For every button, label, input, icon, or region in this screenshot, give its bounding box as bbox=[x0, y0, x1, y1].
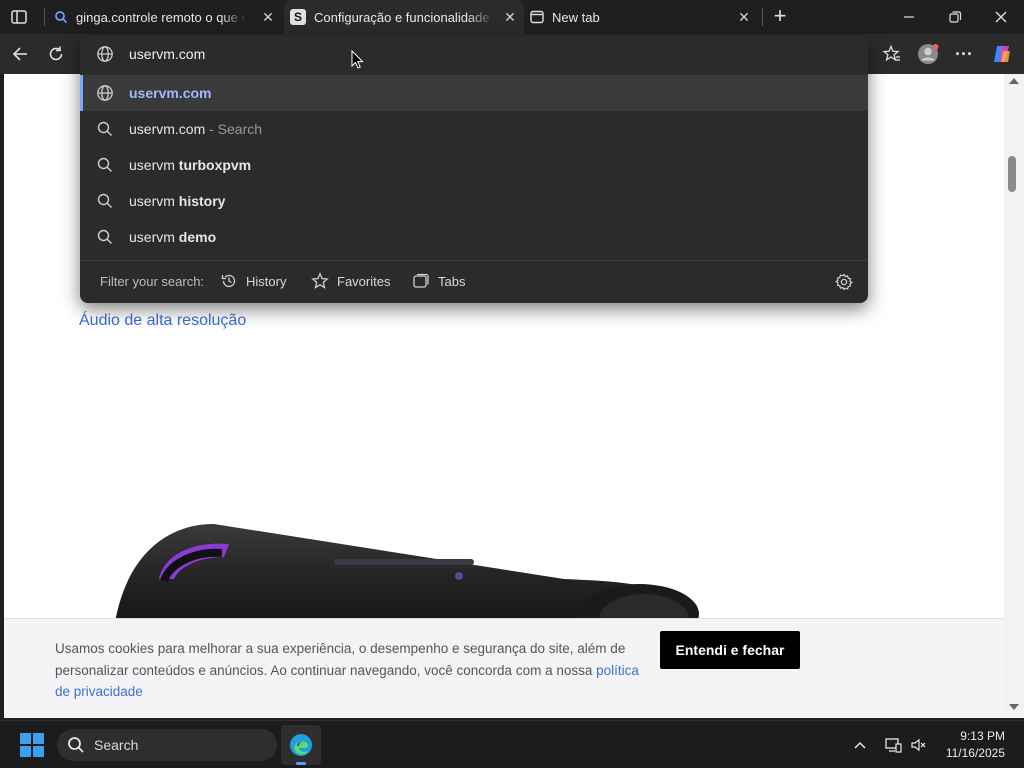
edge-browser-icon bbox=[290, 734, 312, 756]
suggestion-item[interactable]: uservm history bbox=[80, 183, 868, 219]
filter-tabs-label: Tabs bbox=[438, 273, 466, 289]
globe-icon bbox=[96, 84, 114, 102]
active-app-indicator bbox=[296, 762, 306, 765]
suggestion-prefix: uservm.com bbox=[129, 121, 206, 137]
refresh-icon[interactable] bbox=[42, 40, 70, 68]
filter-history-label: History bbox=[246, 273, 287, 289]
more-options-icon[interactable]: ··· bbox=[950, 40, 978, 68]
product-link[interactable]: Áudio de alta resolução bbox=[79, 312, 246, 330]
search-icon bbox=[68, 737, 84, 753]
search-icon bbox=[96, 120, 114, 138]
network-icon[interactable] bbox=[884, 736, 902, 759]
clock-time[interactable]: 9:13 PM bbox=[940, 729, 1005, 743]
s-favicon-icon: S bbox=[290, 9, 306, 25]
tab-1[interactable]: ginga.controle remoto o que e - S ✕ bbox=[46, 0, 282, 34]
sidebar-toggle-icon[interactable] bbox=[10, 8, 30, 26]
search-icon bbox=[96, 156, 114, 174]
scroll-up-arrow-icon[interactable] bbox=[1009, 78, 1019, 84]
newtab-favicon-icon bbox=[530, 10, 544, 24]
suggestion-label: uservm history bbox=[129, 193, 225, 209]
close-tab-icon[interactable]: ✕ bbox=[736, 9, 752, 25]
tab-3-title: New tab bbox=[552, 9, 600, 25]
suggestion-item[interactable]: uservm demo bbox=[80, 219, 868, 255]
favorites-star-icon[interactable] bbox=[878, 40, 906, 68]
filter-history-button[interactable]: History bbox=[220, 272, 286, 290]
suggestion-label: uservm.com - Search bbox=[129, 121, 262, 137]
cookie-text: Usamos cookies para melhorar a sua exper… bbox=[55, 638, 645, 703]
settings-gear-icon[interactable] bbox=[834, 273, 854, 294]
profile-avatar-icon[interactable] bbox=[914, 40, 942, 68]
clock-date[interactable]: 11/16/2025 bbox=[930, 746, 1005, 760]
new-tab-plus-icon[interactable]: + bbox=[770, 5, 790, 27]
scrollbar-thumb[interactable] bbox=[1008, 156, 1016, 192]
suggestion-label: uservm demo bbox=[129, 229, 216, 245]
suggestion-suffix: - Search bbox=[205, 121, 263, 137]
show-hidden-icons-chevron-icon[interactable] bbox=[852, 737, 868, 758]
tab-2-title: Configuração e funcionalidade de bbox=[314, 9, 494, 25]
windows-start-icon[interactable] bbox=[20, 733, 44, 757]
volume-muted-icon[interactable] bbox=[910, 736, 928, 759]
star-icon bbox=[311, 272, 329, 289]
minimize-icon[interactable] bbox=[900, 8, 918, 26]
suggestion-item[interactable]: uservm.com - Search bbox=[80, 111, 868, 147]
edge-taskbar-button[interactable] bbox=[281, 725, 321, 765]
accept-cookies-button[interactable]: Entendi e fechar bbox=[660, 631, 800, 669]
suggestion-suffix: turboxpvm bbox=[178, 157, 252, 173]
suggestion-suffix: history bbox=[178, 193, 226, 209]
tab-strip: ginga.controle remoto o que e - S ✕ S Co… bbox=[0, 0, 1024, 34]
search-icon bbox=[96, 192, 114, 210]
search-icon bbox=[96, 228, 114, 246]
filter-tabs-button[interactable]: Tabs bbox=[412, 272, 465, 290]
copilot-icon[interactable] bbox=[988, 40, 1016, 68]
tabs-icon bbox=[413, 273, 429, 288]
tab-1-title: ginga.controle remoto o que e - S bbox=[76, 9, 246, 25]
filter-favorites-button[interactable]: Favorites bbox=[311, 272, 390, 290]
suggestion-suffix: demo bbox=[178, 229, 217, 245]
mouse-cursor-icon bbox=[351, 50, 364, 69]
search-favicon-icon bbox=[54, 10, 68, 24]
suggestion-item[interactable]: uservm.com bbox=[80, 75, 868, 111]
windows-taskbar: Search 9:13 PM 11/16/2025 bbox=[0, 720, 1024, 768]
scroll-down-arrow-icon[interactable] bbox=[1009, 704, 1019, 710]
filter-favorites-label: Favorites bbox=[337, 273, 391, 289]
suggestion-prefix: uservm bbox=[129, 157, 179, 173]
address-bar-dropdown: uservm.com uservm.com uservm.com - Searc… bbox=[80, 36, 868, 303]
suggestion-item[interactable]: uservm turboxpvm bbox=[80, 147, 868, 183]
suggestion-label: uservm.com bbox=[129, 85, 211, 101]
close-window-icon[interactable] bbox=[992, 8, 1010, 26]
cookie-message: Usamos cookies para melhorar a sua exper… bbox=[55, 641, 626, 678]
close-tab-icon[interactable]: ✕ bbox=[260, 9, 276, 25]
suggestion-prefix: uservm.com bbox=[129, 85, 212, 101]
filter-bar: Filter your search: History Favorites Ta… bbox=[80, 260, 868, 303]
tab-2[interactable]: S Configuração e funcionalidade de ✕ bbox=[284, 0, 524, 34]
taskbar-search-label: Search bbox=[94, 737, 139, 753]
suggestion-prefix: uservm bbox=[129, 193, 179, 209]
tab-3[interactable]: New tab ✕ bbox=[524, 0, 760, 34]
cookie-banner: Usamos cookies para melhorar a sua exper… bbox=[4, 618, 1004, 718]
close-tab-icon[interactable]: ✕ bbox=[502, 9, 518, 25]
restore-icon[interactable] bbox=[946, 8, 964, 26]
address-input-globe-icon bbox=[96, 45, 114, 68]
address-input[interactable]: uservm.com bbox=[129, 46, 205, 62]
history-icon bbox=[221, 274, 236, 288]
back-arrow-icon[interactable] bbox=[6, 40, 34, 68]
filter-label: Filter your search: bbox=[100, 274, 205, 289]
suggestion-prefix: uservm bbox=[129, 229, 179, 245]
speaker-product-image bbox=[114, 524, 699, 629]
taskbar-search-box[interactable]: Search bbox=[57, 729, 277, 761]
suggestion-label: uservm turboxpvm bbox=[129, 157, 251, 173]
